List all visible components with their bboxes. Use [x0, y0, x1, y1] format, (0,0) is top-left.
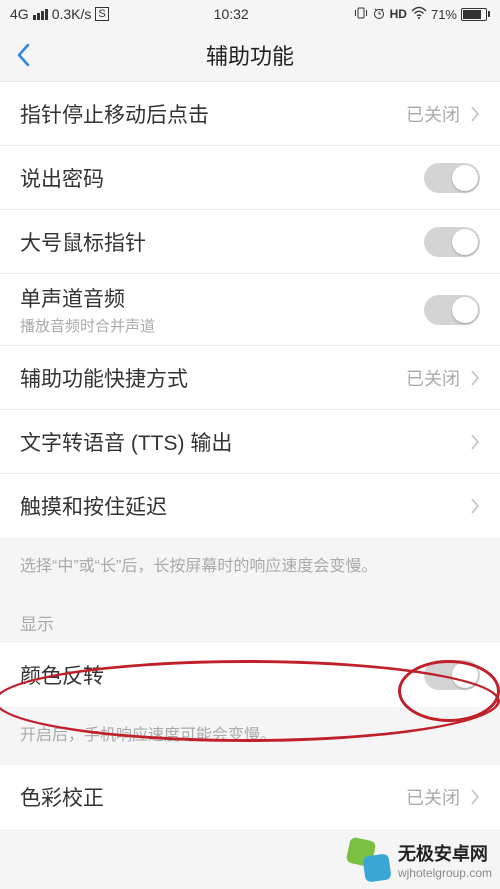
- alarm-icon: [372, 6, 386, 23]
- row-subtitle: 播放音频时合并声道: [20, 315, 155, 336]
- chevron-right-icon: [470, 105, 480, 123]
- page-title: 辅助功能: [0, 39, 500, 71]
- status-right: HD 71%: [354, 6, 490, 23]
- watermark-domain: wjhotelgroup.com: [398, 866, 492, 880]
- row-title: 色彩校正: [20, 782, 104, 812]
- battery-percent: 71%: [431, 7, 457, 22]
- row-accessibility-shortcut[interactable]: 辅助功能快捷方式 已关闭: [0, 346, 500, 410]
- hd-indicator: HD: [390, 7, 407, 21]
- section-header-display: 显示: [0, 588, 500, 643]
- row-mono-audio[interactable]: 单声道音频 播放音频时合并声道: [0, 274, 500, 346]
- row-touch-hold-delay[interactable]: 触摸和按住延迟: [0, 474, 500, 538]
- settings-list: 指针停止移动后点击 已关闭 说出密码 大号鼠标指针 单声道音频 播放音频时合并声…: [0, 82, 500, 538]
- status-bar: 4G 0.3K/s S 10:32 HD 71%: [0, 0, 500, 28]
- sim-indicator: S: [95, 7, 108, 21]
- network-type: 4G: [10, 6, 29, 22]
- wifi-icon: [411, 6, 427, 23]
- row-title: 大号鼠标指针: [20, 227, 146, 257]
- data-speed: 0.3K/s: [52, 6, 92, 22]
- row-title: 颜色反转: [20, 660, 104, 690]
- row-title: 指针停止移动后点击: [20, 99, 209, 129]
- row-say-password[interactable]: 说出密码: [0, 146, 500, 210]
- row-color-invert[interactable]: 颜色反转: [0, 643, 500, 707]
- chevron-left-icon: [16, 43, 30, 67]
- chevron-right-icon: [470, 497, 480, 515]
- row-title: 触摸和按住延迟: [20, 491, 167, 521]
- signal-bars-icon: [33, 9, 48, 20]
- chevron-right-icon: [470, 788, 480, 806]
- row-large-pointer[interactable]: 大号鼠标指针: [0, 210, 500, 274]
- row-value: 已关闭: [406, 784, 460, 810]
- chevron-right-icon: [470, 433, 480, 451]
- note-touch-hold: 选择“中”或“长”后，长按屏幕时的响应速度会变慢。: [0, 538, 500, 588]
- status-left: 4G 0.3K/s S: [10, 6, 109, 22]
- watermark: 无极安卓网 wjhotelgroup.com: [348, 839, 492, 881]
- row-title: 辅助功能快捷方式: [20, 363, 188, 393]
- watermark-logo-icon: [348, 839, 390, 881]
- clock: 10:32: [214, 6, 249, 22]
- settings-list-color: 色彩校正 已关闭: [0, 765, 500, 829]
- row-color-correction[interactable]: 色彩校正 已关闭: [0, 765, 500, 829]
- battery-icon: [461, 8, 490, 21]
- row-tts-output[interactable]: 文字转语音 (TTS) 输出: [0, 410, 500, 474]
- row-pointer-stop-click[interactable]: 指针停止移动后点击 已关闭: [0, 82, 500, 146]
- row-title: 说出密码: [20, 163, 104, 193]
- vibrate-icon: [354, 6, 368, 23]
- row-title: 单声道音频: [20, 283, 155, 313]
- watermark-text: 无极安卓网: [398, 844, 488, 864]
- row-title: 文字转语音 (TTS) 输出: [20, 427, 232, 457]
- chevron-right-icon: [470, 369, 480, 387]
- row-value: 已关闭: [406, 101, 460, 127]
- toggle-say-password[interactable]: [424, 163, 480, 193]
- toggle-large-pointer[interactable]: [424, 227, 480, 257]
- back-button[interactable]: [0, 28, 46, 81]
- page-header: 辅助功能: [0, 28, 500, 82]
- row-value: 已关闭: [406, 365, 460, 391]
- note-color-invert: 开启后，手机响应速度可能会变慢。: [0, 707, 500, 765]
- settings-list-display: 颜色反转: [0, 643, 500, 707]
- toggle-color-invert[interactable]: [424, 660, 480, 690]
- toggle-mono-audio[interactable]: [424, 295, 480, 325]
